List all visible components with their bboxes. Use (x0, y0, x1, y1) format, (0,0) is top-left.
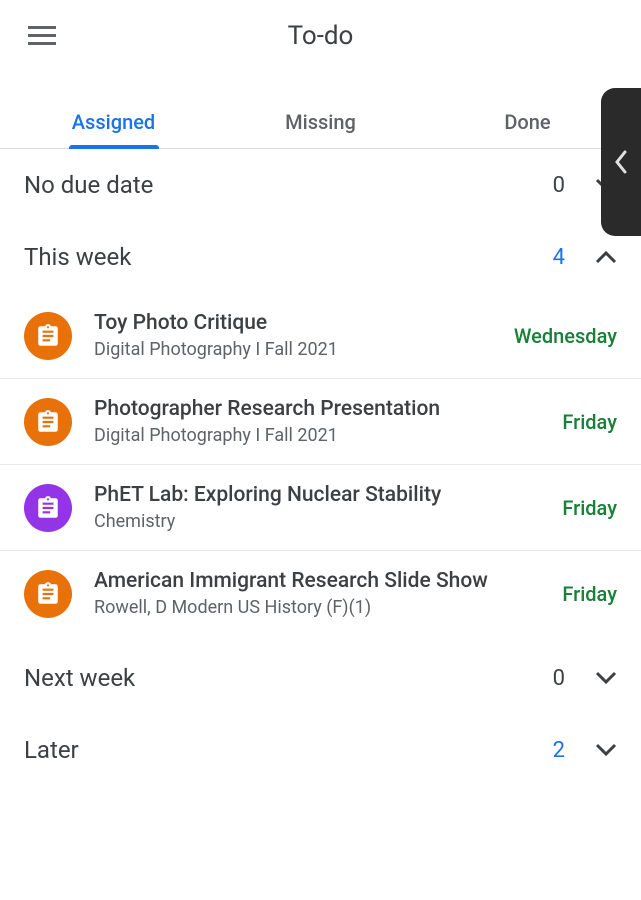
section-title: Next week (24, 664, 553, 692)
section-title: Later (24, 736, 553, 764)
chevron-down-icon (595, 743, 617, 757)
due-label: Friday (562, 496, 617, 520)
assignments-list: Toy Photo Critique Digital Photography I… (0, 293, 641, 642)
section-title: No due date (24, 171, 553, 199)
section-count: 4 (553, 245, 565, 270)
clipboard-icon (35, 581, 61, 607)
assignment-title: Photographer Research Presentation (94, 397, 550, 421)
tabs-bar: Assigned Missing Done (0, 96, 641, 149)
tab-done[interactable]: Done (424, 96, 631, 148)
assignment-item[interactable]: PhET Lab: Exploring Nuclear Stability Ch… (0, 465, 641, 551)
clipboard-icon (35, 495, 61, 521)
clipboard-icon (35, 323, 61, 349)
assignment-item[interactable]: Photographer Research Presentation Digit… (0, 379, 641, 465)
assignment-text: PhET Lab: Exploring Nuclear Stability Ch… (94, 483, 550, 532)
section-count: 0 (553, 666, 565, 691)
section-next-week[interactable]: Next week 0 (0, 642, 641, 714)
chevron-down-icon (595, 671, 617, 685)
tab-assigned[interactable]: Assigned (10, 96, 217, 148)
assignment-item[interactable]: American Immigrant Research Slide Show R… (0, 551, 641, 636)
side-drawer-handle[interactable] (601, 88, 641, 236)
section-count: 0 (553, 173, 565, 198)
chevron-up-icon (595, 250, 617, 264)
assignment-class: Chemistry (94, 511, 550, 532)
chevron-left-icon (614, 149, 628, 175)
section-title: This week (24, 243, 553, 271)
assignment-title: PhET Lab: Exploring Nuclear Stability (94, 483, 550, 507)
assignment-icon (24, 398, 72, 446)
assignment-item[interactable]: Toy Photo Critique Digital Photography I… (0, 293, 641, 379)
section-this-week[interactable]: This week 4 (0, 221, 641, 293)
tab-missing[interactable]: Missing (217, 96, 424, 148)
assignment-class: Rowell, D Modern US History (F)(1) (94, 597, 550, 618)
app-header: To-do (0, 0, 641, 66)
due-label: Friday (562, 582, 617, 606)
assignment-class: Digital Photography I Fall 2021 (94, 339, 502, 360)
due-label: Friday (562, 410, 617, 434)
assignment-icon (24, 570, 72, 618)
page-title: To-do (288, 21, 354, 51)
assignment-text: Toy Photo Critique Digital Photography I… (94, 311, 502, 360)
hamburger-icon (28, 26, 56, 46)
clipboard-icon (35, 409, 61, 435)
assignment-icon (24, 484, 72, 532)
assignment-icon (24, 312, 72, 360)
due-label: Wednesday (514, 324, 617, 348)
assignment-text: Photographer Research Presentation Digit… (94, 397, 550, 446)
section-later[interactable]: Later 2 (0, 714, 641, 786)
assignment-class: Digital Photography I Fall 2021 (94, 425, 550, 446)
assignment-title: American Immigrant Research Slide Show (94, 569, 550, 593)
assignment-title: Toy Photo Critique (94, 311, 502, 335)
menu-button[interactable] (20, 18, 64, 54)
assignment-text: American Immigrant Research Slide Show R… (94, 569, 550, 618)
section-no-due-date[interactable]: No due date 0 (0, 149, 641, 221)
section-count: 2 (553, 738, 565, 763)
